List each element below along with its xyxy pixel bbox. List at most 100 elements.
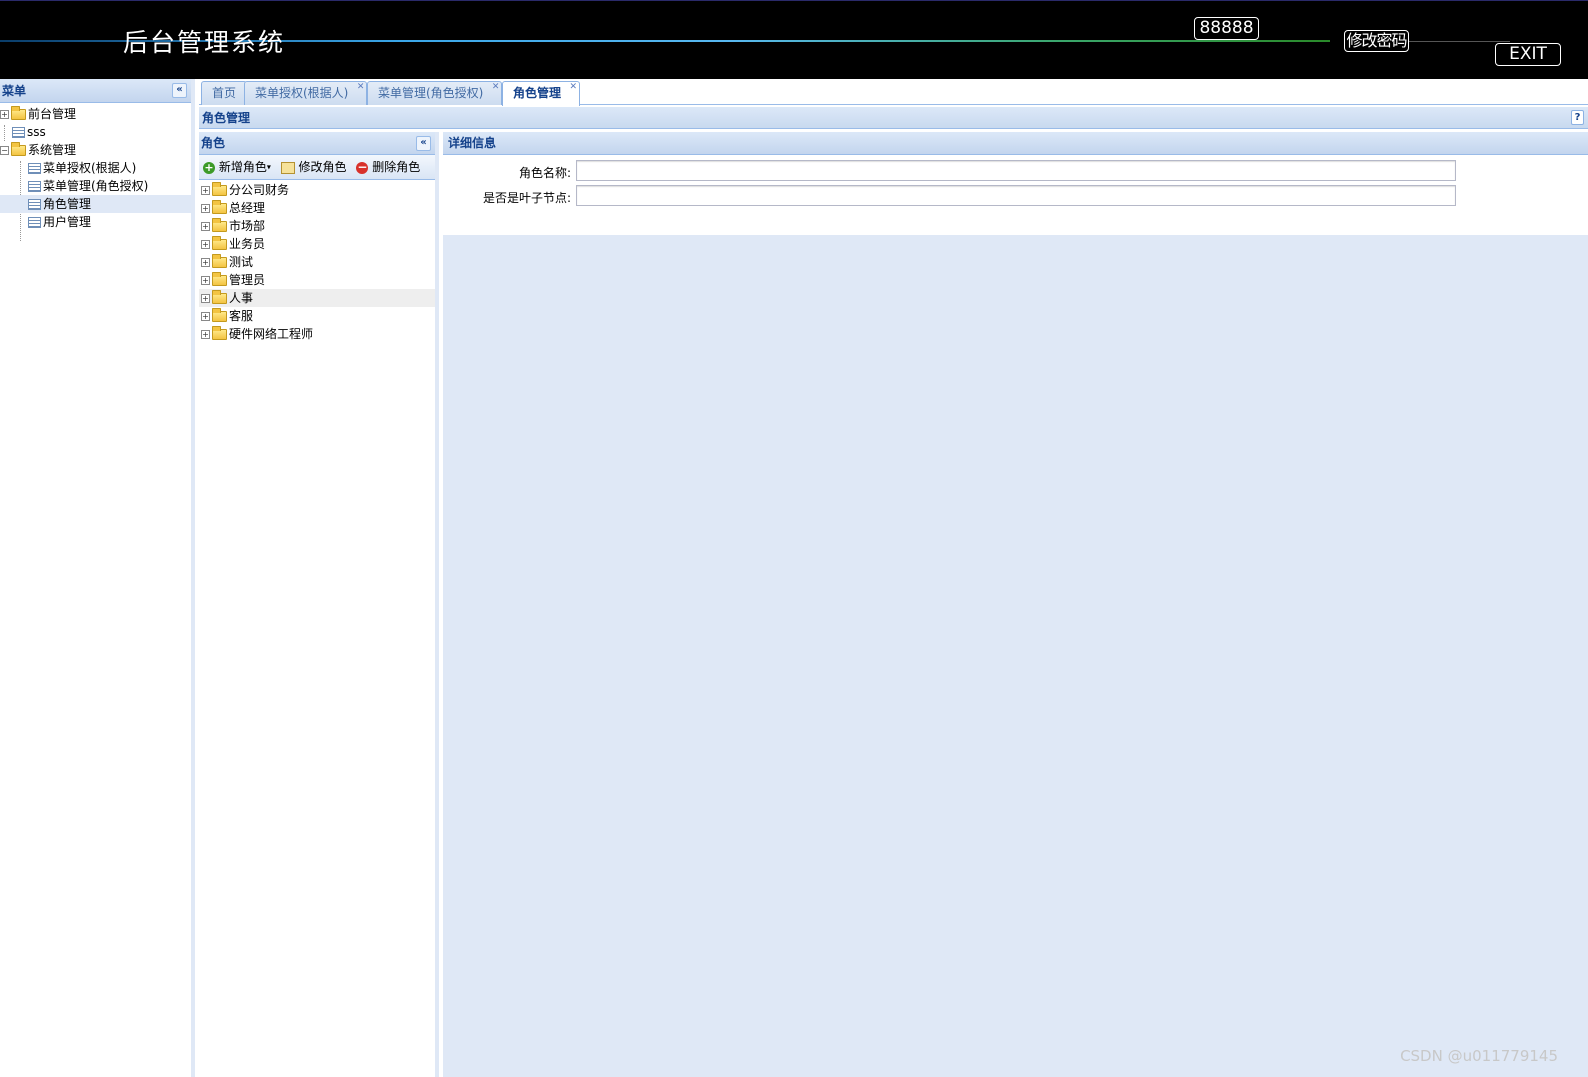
folder-icon [212, 272, 227, 286]
is-leaf-row: 是否是叶子节点: [443, 185, 1588, 210]
left-menu-header: 菜单 « [0, 79, 191, 103]
menu-item-label: 用户管理 [43, 215, 92, 229]
tab-role-manage[interactable]: 角色管理 ✕ [502, 81, 581, 106]
role-item[interactable]: + 分公司财务 [199, 181, 435, 199]
folder-icon [212, 182, 227, 196]
folder-icon [212, 290, 227, 304]
role-item[interactable]: + 业务员 [199, 235, 435, 253]
role-item[interactable]: + 测试 [199, 253, 435, 271]
double-chevron-left-icon[interactable]: « [416, 136, 431, 151]
app-header: 后台管理系统 88888 修改密码 EXIT [0, 0, 1588, 79]
folder-icon [212, 218, 227, 232]
folder-icon [212, 308, 227, 322]
roles-tree: + 分公司财务 + 总经理 + 市场部 + 业务员 + 测试 + 管理员 + 人事 + 客服 +… [199, 180, 435, 343]
edit-role-label: 修改角色 [298, 160, 347, 174]
page-icon [28, 181, 41, 192]
tab-menu-manage-role[interactable]: 菜单管理(角色授权) ✕ [367, 81, 503, 105]
add-icon: + [203, 160, 215, 174]
menu-item-frontend[interactable]: + 前台管理 [0, 105, 191, 123]
double-chevron-left-icon[interactable]: « [172, 83, 187, 98]
menu-item-label: 角色管理 [43, 197, 92, 211]
role-item[interactable]: + 总经理 [199, 199, 435, 217]
edit-role-button[interactable]: 修改角色 [280, 155, 347, 179]
role-item[interactable]: + 市场部 [199, 217, 435, 235]
content-title: 角色管理 [202, 111, 251, 125]
close-icon[interactable]: ✕ [357, 83, 365, 92]
tab-menu-auth-person[interactable]: 菜单授权(根据人) ✕ [244, 81, 368, 105]
folder-icon [212, 326, 227, 340]
close-icon[interactable]: ✕ [569, 83, 577, 92]
roles-panel-title: 角色 [201, 136, 226, 150]
expand-plus-icon[interactable]: + [201, 240, 210, 249]
app-title: 后台管理系统 [123, 28, 286, 57]
role-label: 测试 [229, 255, 254, 269]
expand-plus-icon[interactable]: + [201, 276, 210, 285]
page-icon [12, 127, 25, 138]
role-name-input[interactable] [576, 160, 1456, 181]
exit-button[interactable]: EXIT [1495, 43, 1561, 66]
folder-icon [212, 236, 227, 250]
page-icon [28, 217, 41, 228]
expand-plus-icon[interactable]: + [201, 222, 210, 231]
is-leaf-input[interactable] [576, 185, 1456, 206]
expand-plus-icon[interactable]: + [201, 186, 210, 195]
tab-bar: 首页 菜单授权(根据人) ✕ 菜单管理(角色授权) ✕ 角色管理 ✕ [199, 79, 1588, 106]
collapse-minus-icon[interactable]: − [0, 146, 9, 155]
detail-panel: 详细信息 角色名称: 是否是叶子节点: [443, 132, 1588, 1077]
expand-plus-icon[interactable]: + [0, 110, 9, 119]
role-label: 硬件网络工程师 [229, 327, 314, 341]
user-button[interactable]: 88888 [1194, 17, 1259, 40]
expand-plus-icon[interactable]: + [201, 258, 210, 267]
menu-item-user-manage[interactable]: 用户管理 [0, 213, 191, 231]
expand-plus-icon[interactable]: + [201, 294, 210, 303]
tab-label: 首页 [212, 86, 237, 100]
role-item[interactable]: + 管理员 [199, 271, 435, 289]
expand-plus-icon[interactable]: + [201, 330, 210, 339]
expand-plus-icon[interactable]: + [201, 312, 210, 321]
roles-panel: 角色 « + 新增角色▾ 修改角色 − 删除角色 + 分公司财务 + 总经理 + 市场… [199, 132, 439, 1077]
content-header: 角色管理 ? [199, 107, 1588, 129]
menu-item-menu-manage-role[interactable]: 菜单管理(角色授权) [0, 177, 191, 195]
is-leaf-label: 是否是叶子节点: [482, 191, 571, 205]
role-label: 分公司财务 [229, 183, 290, 197]
menu-tree: + 前台管理 sss − 系统管理 菜单授权(根据人) 菜单管理(角色授权) 角色管… [0, 103, 191, 241]
help-icon[interactable]: ? [1571, 110, 1584, 125]
role-item-hovered[interactable]: + 人事 [199, 289, 435, 307]
edit-icon [280, 161, 295, 174]
role-name-label: 角色名称: [518, 166, 571, 180]
left-menu-panel: 菜单 « + 前台管理 sss − 系统管理 菜单授权(根据人) 菜单管理(角色授权… [0, 79, 195, 1077]
role-label: 客服 [229, 309, 254, 323]
role-name-row: 角色名称: [443, 160, 1588, 185]
add-role-button[interactable]: + 新增角色▾ [203, 155, 271, 180]
left-menu-title: 菜单 [2, 84, 27, 98]
delete-icon: − [356, 159, 369, 174]
role-label: 总经理 [229, 201, 266, 215]
menu-item-label: 前台管理 [28, 107, 77, 121]
role-label: 管理员 [229, 273, 266, 287]
folder-open-icon [11, 142, 26, 156]
tab-label: 角色管理 [513, 86, 562, 100]
role-label: 市场部 [229, 219, 266, 233]
role-item[interactable]: + 客服 [199, 307, 435, 325]
expand-plus-icon[interactable]: + [201, 204, 210, 213]
folder-icon [11, 106, 26, 120]
menu-item-role-manage[interactable]: 角色管理 [0, 195, 191, 213]
roles-toolbar: + 新增角色▾ 修改角色 − 删除角色 [199, 155, 435, 180]
role-item[interactable]: + 硬件网络工程师 [199, 325, 435, 343]
menu-item-label: 菜单授权(根据人) [43, 161, 137, 175]
tab-label: 菜单管理(角色授权) [378, 86, 484, 100]
menu-item-menu-auth-person[interactable]: 菜单授权(根据人) [0, 159, 191, 177]
menu-item-sss[interactable]: sss [0, 123, 191, 141]
role-label: 业务员 [229, 237, 266, 251]
tab-home[interactable]: 首页 [201, 81, 248, 105]
menu-item-label: 菜单管理(角色授权) [43, 179, 149, 193]
tab-label: 菜单授权(根据人) [255, 86, 349, 100]
change-password-button[interactable]: 修改密码 [1344, 30, 1409, 52]
role-label: 人事 [229, 291, 254, 305]
menu-item-label: 系统管理 [28, 143, 77, 157]
close-icon[interactable]: ✕ [492, 83, 500, 92]
page-icon [28, 199, 41, 210]
delete-role-button[interactable]: − 删除角色 [356, 155, 420, 179]
add-role-label: 新增角色 [218, 160, 267, 174]
menu-item-system[interactable]: − 系统管理 [0, 141, 191, 159]
